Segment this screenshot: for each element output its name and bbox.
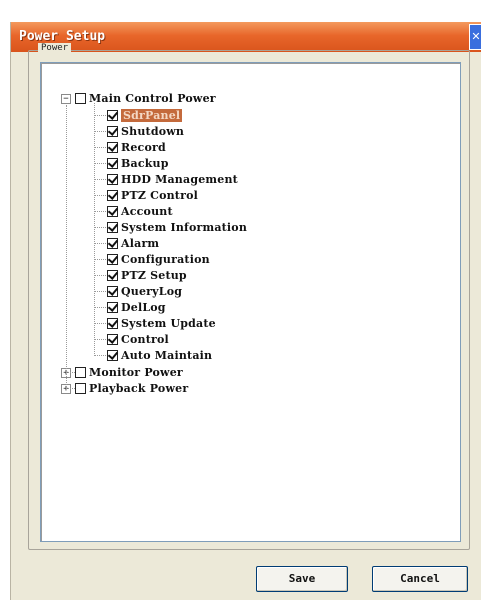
checkbox[interactable] [107,286,118,297]
tree-connector [94,291,106,292]
tree-connector [94,323,106,324]
tree-label: Alarm [121,237,160,250]
tree-connector [94,131,106,132]
tree-node-child[interactable]: Backup [107,156,169,171]
tree-connector [94,179,106,180]
tree-node-child[interactable]: Shutdown [107,124,184,139]
checkbox[interactable] [107,350,118,361]
tree-node-child[interactable]: System Update [107,316,216,331]
tree-label: Backup [121,157,169,170]
tree-connector [94,355,106,356]
tree-label: Shutdown [121,125,185,138]
tree-label: Record [121,141,166,154]
tree-node-monitor-power[interactable]: + Monitor Power [61,365,183,380]
tree-connector [94,163,106,164]
checkbox[interactable] [107,142,118,153]
close-icon[interactable]: ✕ [469,24,481,50]
tree-connector [66,372,75,373]
checkbox[interactable] [107,174,118,185]
tree-label: Playback Power [89,382,189,395]
tree-label: System Update [121,317,216,330]
tree-node-child[interactable]: SdrPanel [107,108,183,123]
tree-label: Account [121,205,173,218]
tree-node-child[interactable]: Configuration [107,252,210,267]
checkbox[interactable] [107,222,118,233]
tree-label: PTZ Setup [121,269,187,282]
tree-node-child[interactable]: HDD Management [107,172,238,187]
tree-label: DelLog [121,301,166,314]
tree-connector [94,339,106,340]
tree-node-child[interactable]: Control [107,332,169,347]
tree-label: Control [121,333,169,346]
tree-label: Main Control Power [89,92,216,105]
checkbox[interactable] [107,270,118,281]
title-bar[interactable]: Power Setup ✕ [11,22,481,52]
tree-connector [94,211,106,212]
tree-connector [66,388,75,389]
tree-connector [94,147,106,148]
collapse-icon[interactable]: − [61,93,71,104]
tree-label: SdrPanel [121,109,183,122]
checkbox[interactable] [107,206,118,217]
checkbox[interactable] [107,238,118,249]
tree-connector [94,307,106,308]
dialog-title: Power Setup [19,29,106,44]
checkbox[interactable] [107,254,118,265]
tree-label: HDD Management [121,173,238,186]
tree-connector [94,227,106,228]
tree-connector [94,259,106,260]
cancel-button[interactable]: Cancel [372,566,468,592]
checkbox-playback-power[interactable] [75,383,86,394]
tree-node-child[interactable]: Record [107,140,166,155]
save-button[interactable]: Save [256,566,348,592]
tree-node-child[interactable]: Auto Maintain [107,348,212,363]
tree-connector [94,195,106,196]
tree-label: Auto Maintain [121,349,213,362]
checkbox[interactable] [107,302,118,313]
tree-node-child[interactable]: Alarm [107,236,159,251]
tree-node-child[interactable]: Account [107,204,173,219]
checkbox-main-control-power[interactable] [75,93,86,104]
checkbox[interactable] [107,190,118,201]
tree-connector [94,275,106,276]
tree-label: System Information [121,221,248,234]
tree-connector [94,103,95,356]
tree-label: QueryLog [121,285,183,298]
tree-node-child[interactable]: DelLog [107,300,166,315]
tree-node-child[interactable]: PTZ Setup [107,268,187,283]
checkbox[interactable] [107,126,118,137]
checkbox[interactable] [107,158,118,169]
tree-label: PTZ Control [121,189,198,202]
tree-node-child[interactable]: PTZ Control [107,188,198,203]
checkbox[interactable] [107,334,118,345]
tree-node-child[interactable]: System Information [107,220,247,235]
checkbox[interactable] [107,318,118,329]
tree-connector [94,243,106,244]
group-label: Power [38,43,72,53]
tree-connector [66,105,67,387]
checkbox[interactable] [107,110,118,121]
tree-node-child[interactable]: QueryLog [107,284,182,299]
tree-connector [94,115,106,116]
tree-label: Monitor Power [89,366,183,379]
tree-node-playback-power[interactable]: + Playback Power [61,381,188,396]
tree-label: Configuration [121,253,210,266]
power-tree[interactable]: − Main Control Power SdrPanel Shutdown R… [40,62,461,542]
checkbox-monitor-power[interactable] [75,367,86,378]
tree-node-main-control-power[interactable]: − Main Control Power [61,91,216,106]
